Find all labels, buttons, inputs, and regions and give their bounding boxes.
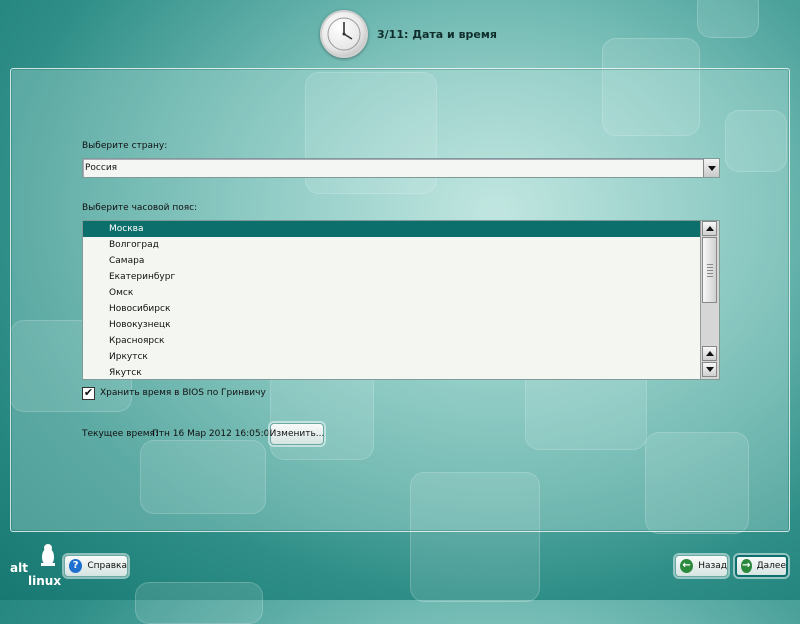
current-time-label: Текущее время: [82, 429, 158, 439]
clock-icon [320, 10, 368, 58]
next-button[interactable]: → Далее [735, 555, 788, 577]
scroll-thumb[interactable] [702, 237, 717, 303]
penguin-logo [41, 544, 55, 566]
country-label: Выберите страну: [82, 141, 168, 151]
next-arrow-icon: → [741, 559, 752, 573]
timezone-list[interactable]: Москва Волгоград Самара Екатеринбург Омс… [82, 220, 720, 380]
timezone-label: Выберите часовой пояс: [82, 203, 198, 213]
scroll-up-button[interactable] [702, 346, 717, 361]
change-time-label: Изменить... [269, 429, 325, 439]
list-item[interactable]: Самара [83, 253, 719, 269]
scroll-up-button[interactable] [702, 221, 717, 236]
bios-utc-label: Хранить время в BIOS по Гринвичу [100, 388, 266, 398]
list-item[interactable]: Иркутск [83, 349, 719, 365]
scroll-down-button[interactable] [702, 362, 717, 377]
change-time-button[interactable]: Изменить... [270, 423, 324, 445]
list-item[interactable]: Новосибирск [83, 301, 719, 317]
list-item[interactable]: Якутск [83, 365, 719, 379]
list-item[interactable]: Омск [83, 285, 719, 301]
logo-alt-text: alt [10, 561, 28, 575]
back-label: Назад [698, 561, 727, 571]
altlinux-logo: alt linux [10, 543, 62, 589]
current-time-value: Птн 16 Мар 2012 16:05:04 [152, 429, 276, 439]
help-label: Справка [87, 561, 127, 571]
logo-linux-text: linux [28, 574, 62, 588]
next-label: Далее [756, 561, 786, 571]
country-select[interactable]: Россия [82, 158, 720, 178]
list-item[interactable]: Новокузнецк [83, 317, 719, 333]
bios-utc-checkbox[interactable]: ✔ [82, 387, 95, 400]
decor-square [135, 582, 263, 624]
help-icon: ? [69, 559, 83, 573]
timezone-scrollbar[interactable] [700, 221, 719, 379]
window-header: 3/11: Дата и время [320, 10, 497, 58]
window-title: 3/11: Дата и время [377, 27, 497, 41]
decor-square [697, 0, 759, 38]
list-item[interactable]: Красноярск [83, 333, 719, 349]
list-item[interactable]: Москва [83, 221, 719, 237]
back-button[interactable]: ← Назад [675, 555, 728, 577]
help-button[interactable]: ? Справка [64, 555, 128, 577]
chevron-down-icon[interactable] [703, 159, 719, 177]
country-select-value: Россия [85, 163, 118, 173]
list-item[interactable]: Екатеринбург [83, 269, 719, 285]
list-item[interactable]: Волгоград [83, 237, 719, 253]
back-arrow-icon: ← [680, 559, 694, 573]
